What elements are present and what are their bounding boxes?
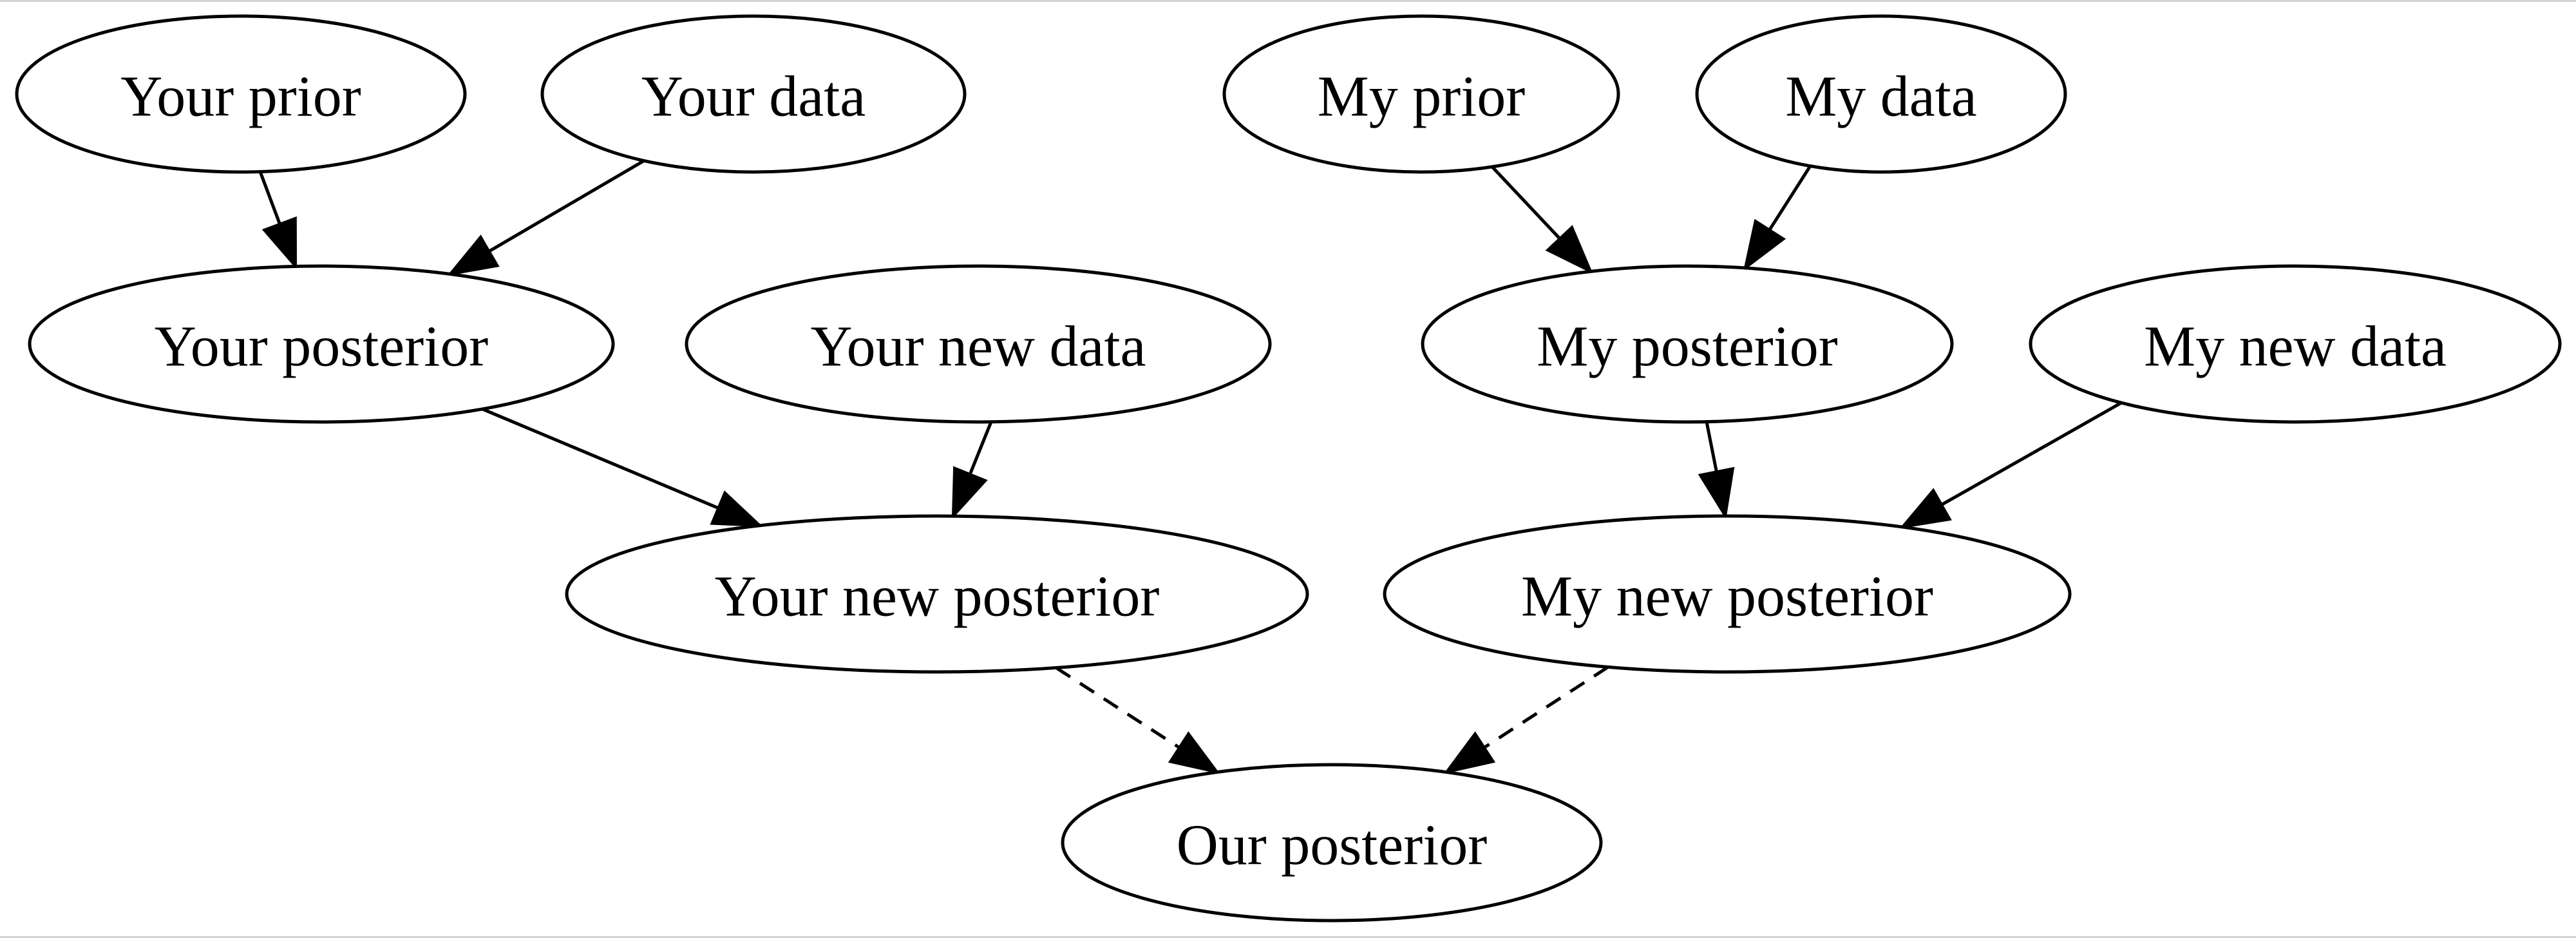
node-label: My new posterior	[1521, 565, 1933, 629]
edge-your-prior-to-your-posterior	[258, 171, 298, 270]
node-your-new-data: Your new data	[685, 264, 1272, 424]
edge-your-posterior-to-your-new-posterior	[482, 407, 764, 527]
nodes-layer: Your prior Your data My prior My data Your p…	[15, 14, 2562, 923]
node-your-posterior: Your posterior	[28, 264, 615, 424]
node-my-new-posterior: My new posterior	[1383, 514, 2072, 674]
edges-layer	[258, 159, 2123, 774]
arrowhead-icon	[1698, 466, 1735, 520]
edge-line	[258, 171, 281, 225]
arrowhead-icon	[1443, 731, 1496, 774]
edge-line	[482, 407, 719, 510]
edge-my-posterior-to-my-new-posterior	[1698, 421, 1735, 520]
node-label: Our posterior	[1177, 814, 1487, 877]
arrowhead-icon	[1743, 218, 1786, 271]
edge-your-data-to-your-posterior	[447, 159, 645, 276]
edge-your-new-data-to-your-new-posterior	[951, 421, 993, 520]
bayesian-update-diagram: Your prior Your data My prior My data Your p…	[15, 14, 2562, 923]
edge-my-data-to-my-posterior	[1743, 165, 1812, 271]
node-your-new-posterior: Your new posterior	[565, 514, 1309, 674]
edge-line	[1055, 666, 1180, 749]
edge-your-new-posterior-to-our-posterior	[1055, 666, 1220, 774]
edge-line	[1768, 165, 1812, 231]
arrowhead-icon	[951, 466, 988, 520]
edge-my-new-posterior-to-our-posterior	[1443, 665, 1609, 774]
node-my-posterior: My posterior	[1421, 264, 1954, 424]
node-label: Your new posterior	[715, 565, 1160, 629]
node-label: Your posterior	[155, 315, 488, 379]
arrowhead-icon	[447, 235, 500, 276]
node-label: My data	[1785, 65, 1976, 129]
edge-line	[1940, 401, 2123, 506]
node-label: Your prior	[120, 65, 361, 129]
arrowhead-icon	[710, 490, 764, 527]
node-label: Your data	[641, 65, 866, 129]
node-your-prior: Your prior	[15, 14, 467, 174]
node-label: My new data	[2144, 315, 2447, 379]
node-label: Your new data	[811, 315, 1146, 379]
edge-line	[1483, 665, 1609, 749]
edge-my-new-data-to-my-new-posterior	[1899, 401, 2123, 529]
arrowhead-icon	[261, 216, 298, 270]
node-our-posterior: Our posterior	[1061, 763, 1603, 923]
arrowhead-icon	[1899, 488, 1952, 529]
edge-line	[488, 159, 645, 253]
node-my-data: My data	[1695, 14, 2067, 174]
arrowhead-icon	[1168, 731, 1220, 774]
node-label: My posterior	[1537, 315, 1837, 379]
edge-line	[1491, 166, 1561, 240]
node-label: My prior	[1318, 65, 1526, 129]
edge-my-prior-to-my-posterior	[1491, 166, 1593, 274]
node-my-new-data: My new data	[2029, 264, 2562, 424]
node-your-data: Your data	[540, 14, 967, 174]
node-my-prior: My prior	[1222, 14, 1620, 174]
edge-line	[968, 421, 993, 475]
edge-line	[1705, 421, 1718, 472]
